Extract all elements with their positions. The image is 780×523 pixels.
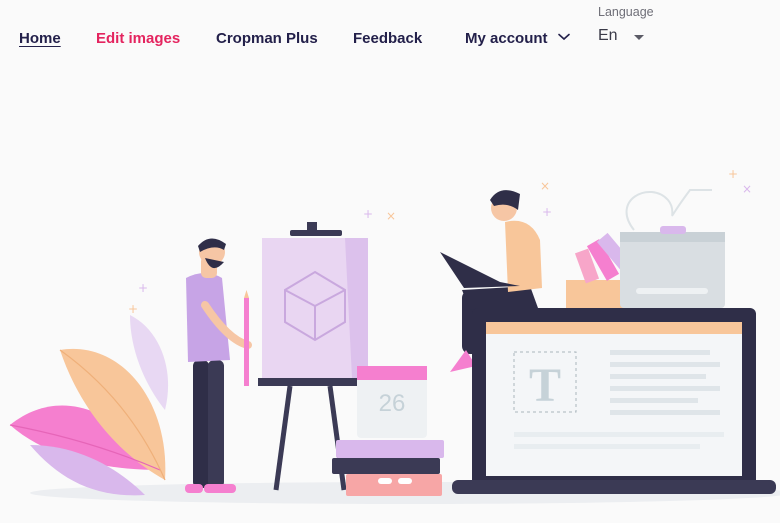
svg-text:+: + <box>728 167 738 181</box>
my-account-menu[interactable]: My account <box>465 30 570 47</box>
laptop-editor-icon: T <box>452 308 776 494</box>
svg-text:×: × <box>742 182 752 196</box>
hero-illustration: 26 T + × × + + × + + <box>0 160 780 523</box>
chevron-down-icon <box>557 28 570 45</box>
nav-feedback-link[interactable]: Feedback <box>353 30 422 47</box>
svg-text:+: + <box>128 302 138 316</box>
svg-text:×: × <box>540 179 550 193</box>
printer-icon <box>620 189 725 308</box>
calendar-day: 26 <box>379 390 406 417</box>
artist-man-icon <box>185 238 252 493</box>
language-value: En <box>598 27 618 44</box>
top-navigation: Home Edit images Cropman Plus Feedback M… <box>0 0 780 70</box>
svg-text:×: × <box>386 209 396 223</box>
svg-text:+: + <box>138 281 148 295</box>
language-select[interactable]: En <box>598 27 650 49</box>
nav-cropman-plus-link[interactable]: Cropman Plus <box>216 30 318 47</box>
nav-edit-images-link[interactable]: Edit images <box>96 30 180 47</box>
my-account-label: My account <box>465 30 548 47</box>
nav-home-link[interactable]: Home <box>19 30 61 47</box>
caret-down-icon <box>634 35 644 40</box>
svg-text:+: + <box>542 205 552 219</box>
text-tool-glyph: T <box>529 359 561 412</box>
svg-text:+: + <box>363 207 373 221</box>
left-leaves-icon <box>9 315 169 496</box>
language-label: Language <box>598 5 654 19</box>
